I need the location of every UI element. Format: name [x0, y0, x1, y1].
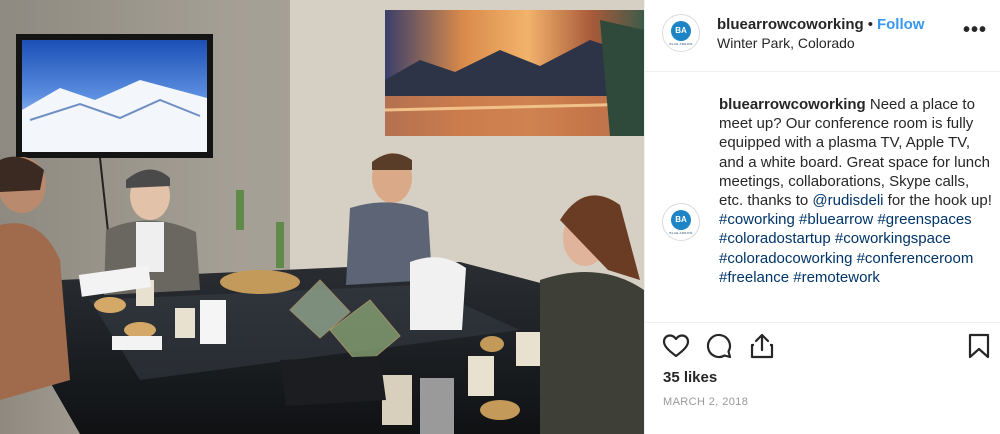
caption-text-after: for the hook up!: [883, 192, 992, 210]
hashtag-link[interactable]: #coloradostartup: [719, 230, 831, 247]
hashtag-link[interactable]: #bluearrow: [799, 211, 873, 228]
post-date: MARCH 2, 2018: [663, 396, 749, 408]
hashtag-link[interactable]: #remotework: [793, 269, 880, 286]
post-header: BA BLUE ARROW bluearrowcoworking • Follow …: [645, 0, 1000, 72]
caption-username[interactable]: bluearrowcoworking: [719, 96, 866, 113]
mention-link[interactable]: @rudisdeli: [812, 192, 883, 209]
action-bar: [645, 330, 1000, 364]
brand-logo-text: BLUE ARROW: [669, 41, 693, 46]
caption-avatar[interactable]: BA BLUE ARROW: [662, 203, 700, 241]
more-options-icon[interactable]: •••: [963, 20, 987, 40]
post-details-panel: BA BLUE ARROW bluearrowcoworking • Follow …: [644, 0, 1000, 434]
brand-logo: BA: [671, 209, 691, 230]
hashtag-link[interactable]: #greenspaces: [877, 211, 971, 228]
location-link[interactable]: Winter Park, Colorado: [717, 35, 855, 51]
brand-logo-text: BLUE ARROW: [669, 230, 693, 235]
heart-icon[interactable]: [662, 332, 690, 360]
username-line: bluearrowcoworking • Follow: [717, 16, 924, 33]
divider: [645, 322, 1000, 323]
hashtag-link[interactable]: #freelance: [719, 269, 789, 286]
hashtag-link[interactable]: #conferenceroom: [857, 250, 974, 267]
username-link[interactable]: bluearrowcoworking: [717, 16, 864, 33]
share-icon[interactable]: [748, 332, 776, 360]
hashtag-link[interactable]: #coloradocoworking: [719, 250, 852, 267]
hashtag-link[interactable]: #coworking: [719, 211, 795, 228]
post-photo[interactable]: [0, 0, 644, 434]
separator-dot: •: [867, 16, 873, 33]
follow-button[interactable]: Follow: [877, 16, 925, 33]
caption-section: BA BLUE ARROW bluearrowcoworking Need a …: [645, 72, 1000, 322]
like-count[interactable]: 35 likes: [663, 369, 717, 386]
hashtag-link[interactable]: #coworkingspace: [835, 230, 951, 247]
brand-logo: BA: [671, 20, 691, 41]
post-caption: bluearrowcoworking Need a place to meet …: [719, 95, 995, 287]
bookmark-icon[interactable]: [965, 332, 993, 360]
avatar[interactable]: BA BLUE ARROW: [662, 14, 700, 52]
comment-icon[interactable]: [705, 332, 733, 360]
conference-room-photo: [0, 0, 644, 434]
